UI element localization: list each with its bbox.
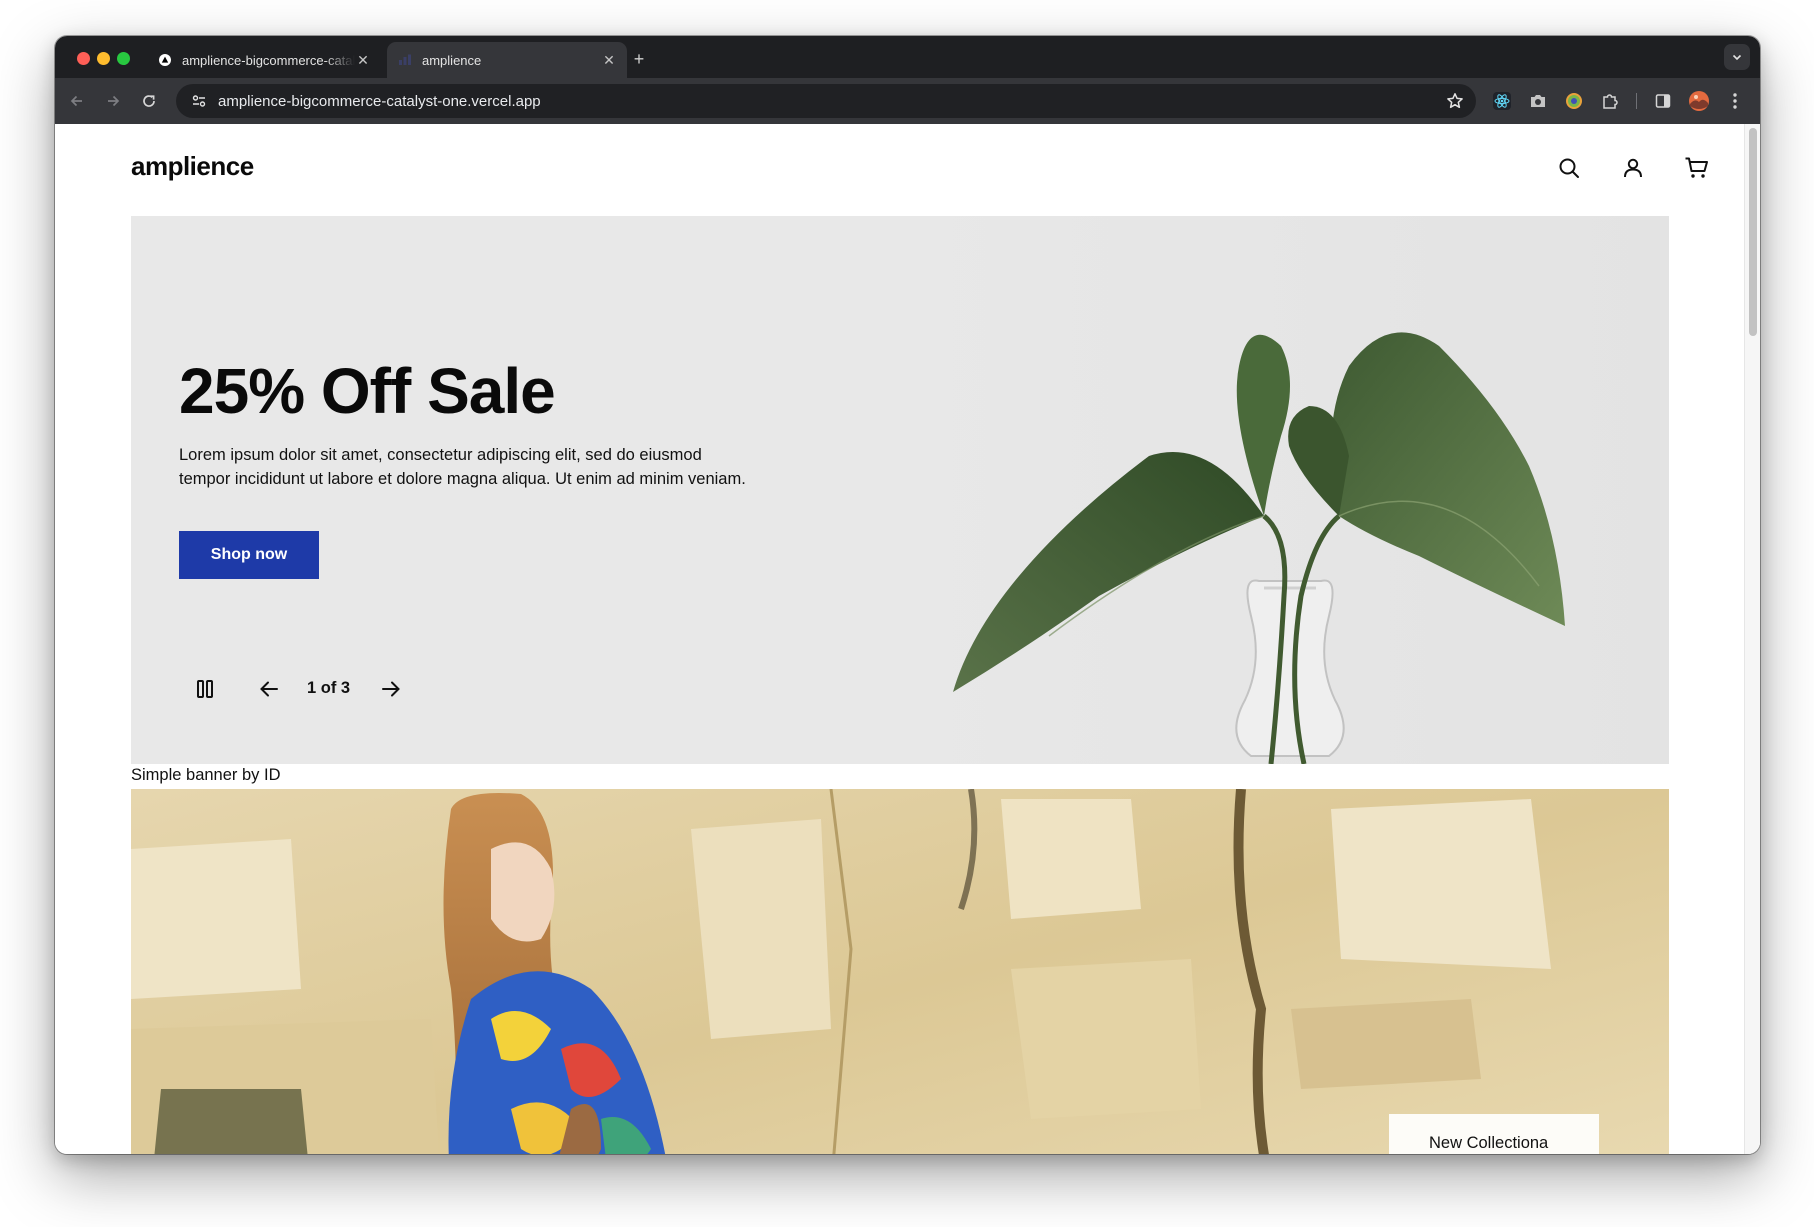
amplience-icon bbox=[397, 52, 413, 68]
arrow-left-icon bbox=[260, 681, 278, 697]
tab-catalyst[interactable]: amplience-bigcommerce-catalyst ✕ bbox=[147, 42, 381, 78]
simple-banner bbox=[131, 789, 1669, 1154]
tab-amplience[interactable]: amplience ✕ bbox=[387, 42, 627, 78]
reload-button[interactable] bbox=[137, 89, 161, 113]
hero-title: 25% Off Sale bbox=[179, 355, 556, 427]
chevron-down-icon bbox=[1732, 54, 1742, 61]
tab-title: amplience-bigcommerce-catalyst bbox=[182, 52, 355, 68]
account-icon[interactable] bbox=[1618, 153, 1648, 183]
cart-icon[interactable] bbox=[1682, 153, 1712, 183]
browser-window: amplience-bigcommerce-catalyst ✕ amplien… bbox=[55, 36, 1760, 1154]
hero-carousel: 25% Off Sale Lorem ipsum dolor sit amet,… bbox=[131, 216, 1669, 764]
site-logo[interactable]: amplience bbox=[131, 151, 254, 182]
model-rocks-image bbox=[131, 789, 1669, 1154]
close-tab-icon[interactable]: ✕ bbox=[355, 52, 371, 68]
bookmark-star-icon[interactable] bbox=[1446, 92, 1464, 115]
camera-icon[interactable] bbox=[1527, 90, 1549, 112]
color-picker-icon[interactable] bbox=[1563, 90, 1585, 112]
new-tab-button[interactable]: + bbox=[628, 48, 650, 70]
simple-banner-caption: Simple banner by ID bbox=[131, 766, 281, 784]
arrow-left-icon bbox=[70, 95, 82, 107]
profile-avatar-icon[interactable] bbox=[1688, 90, 1710, 112]
vercel-triangle-icon bbox=[157, 52, 173, 68]
pause-icon bbox=[197, 680, 213, 698]
close-window-button[interactable] bbox=[77, 52, 90, 65]
shop-now-button[interactable]: Shop now bbox=[179, 531, 319, 579]
previous-slide-button[interactable] bbox=[255, 675, 283, 703]
next-slide-button[interactable] bbox=[377, 675, 405, 703]
slide-counter: 1 of 3 bbox=[307, 679, 351, 697]
arrow-right-icon bbox=[108, 95, 120, 107]
url-text: amplience-bigcommerce-catalyst-one.verce… bbox=[218, 92, 541, 110]
new-collection-label: New Collectiona bbox=[1429, 1134, 1549, 1152]
scrollbar-thumb[interactable] bbox=[1749, 128, 1757, 336]
minimize-window-button[interactable] bbox=[97, 52, 110, 65]
address-bar[interactable]: amplience-bigcommerce-catalyst-one.verce… bbox=[176, 84, 1476, 118]
site-header: amplience bbox=[131, 124, 1708, 218]
arrow-right-icon bbox=[382, 681, 400, 697]
browser-toolbar: amplience-bigcommerce-catalyst-one.verce… bbox=[55, 78, 1760, 124]
plant-vase-image bbox=[869, 216, 1669, 764]
page-viewport: amplience 25% Off Sale Lorem ipsum dolor… bbox=[55, 124, 1760, 1154]
side-panel-icon[interactable] bbox=[1652, 90, 1674, 112]
forward-button[interactable] bbox=[101, 89, 125, 113]
extensions-puzzle-icon[interactable] bbox=[1599, 90, 1621, 112]
toolbar-divider bbox=[1636, 93, 1637, 109]
close-tab-icon[interactable]: ✕ bbox=[601, 52, 617, 68]
pause-button[interactable] bbox=[191, 675, 219, 703]
new-collection-card[interactable]: New Collectiona bbox=[1389, 1114, 1599, 1154]
page-scrollbar[interactable] bbox=[1744, 124, 1760, 1154]
reload-icon bbox=[143, 95, 155, 107]
search-icon[interactable] bbox=[1554, 153, 1584, 183]
browser-menu-icon[interactable] bbox=[1724, 90, 1746, 112]
tab-strip: amplience-bigcommerce-catalyst ✕ amplien… bbox=[55, 36, 1760, 78]
hero-description: Lorem ipsum dolor sit amet, consectetur … bbox=[179, 446, 746, 488]
zoom-window-button[interactable] bbox=[117, 52, 130, 65]
tab-search-button[interactable] bbox=[1724, 44, 1750, 70]
site-settings-icon[interactable] bbox=[184, 93, 214, 109]
back-button[interactable] bbox=[65, 89, 89, 113]
tab-title: amplience bbox=[422, 52, 482, 68]
react-devtools-icon[interactable] bbox=[1491, 90, 1513, 112]
